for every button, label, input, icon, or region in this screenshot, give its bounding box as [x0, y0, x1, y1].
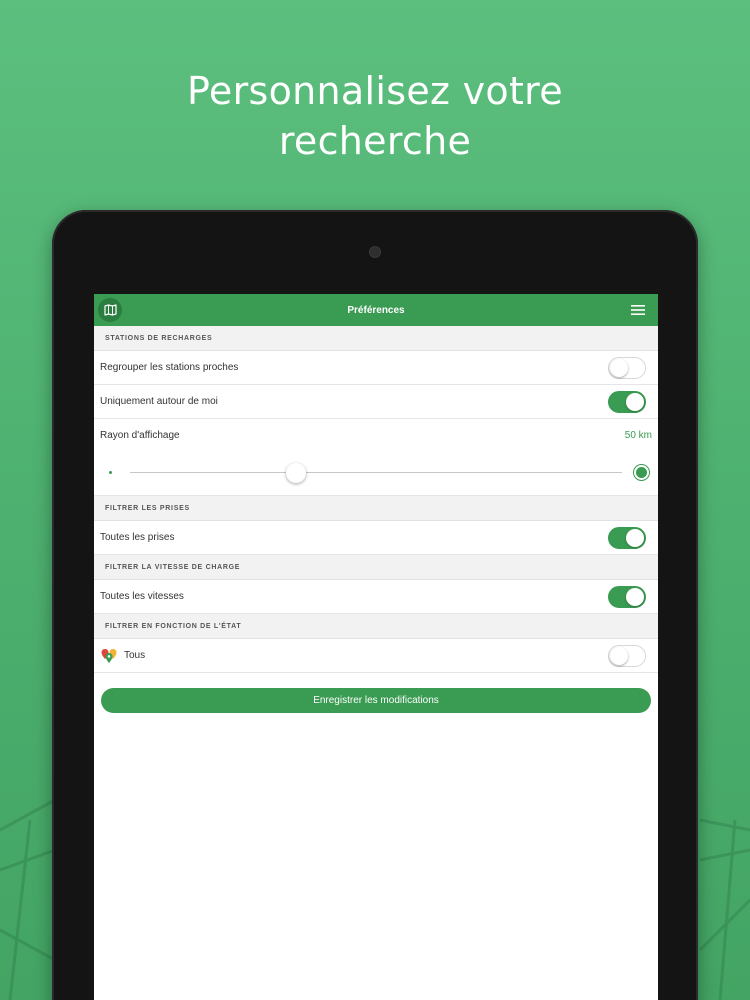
toggle-knob: [626, 587, 644, 606]
slider-min-dot-icon: [109, 471, 112, 474]
page-title: Préférences: [347, 304, 405, 316]
rayon-value: 50 km: [624, 429, 652, 441]
app-bar: Préférences: [94, 294, 658, 326]
menu-button[interactable]: [630, 303, 646, 317]
toggle-toutes-vitesses[interactable]: [608, 585, 646, 608]
row-tous-etats: Tous: [94, 639, 658, 673]
row-regrouper-stations: Regrouper les stations proches: [94, 351, 658, 385]
row-toutes-vitesses: Toutes les vitesses: [94, 580, 658, 614]
headline-line-2: recherche: [278, 119, 472, 163]
row-toutes-prises: Toutes les prises: [94, 521, 658, 555]
map-icon: [103, 304, 117, 316]
row-label: Rayon d'affichage: [100, 429, 180, 441]
section-header-prises: FILTRER LES PRISES: [94, 496, 658, 521]
row-label: Uniquement autour de moi: [100, 396, 218, 407]
hamburger-menu-icon: [631, 305, 645, 315]
save-button[interactable]: Enregistrer les modifications: [101, 688, 651, 713]
toggle-regrouper-stations[interactable]: [608, 356, 646, 379]
section-header-vitesse: FILTRER LA VITESSE DE CHARGE: [94, 555, 658, 580]
row-left: Tous: [100, 648, 145, 664]
tablet-frame: Préférences STATIONS DE RECHARGES Regrou…: [52, 210, 698, 1000]
row-rayon-affichage: Rayon d'affichage 50 km: [94, 419, 658, 451]
rayon-slider: [94, 451, 658, 496]
save-wrapper: Enregistrer les modifications: [94, 673, 658, 713]
row-label: Toutes les prises: [100, 532, 175, 543]
toggle-knob: [626, 392, 644, 411]
map-button[interactable]: [98, 298, 122, 322]
slider-track[interactable]: [130, 472, 622, 473]
slider-max-dot-icon: [633, 464, 650, 481]
app-screen: Préférences STATIONS DE RECHARGES Regrou…: [94, 294, 658, 1000]
toggle-autour-de-moi[interactable]: [608, 390, 646, 413]
headline-line-1: Personnalisez votre: [187, 69, 563, 113]
headline: Personnalisez votre recherche: [0, 66, 750, 166]
row-label: Tous: [124, 650, 146, 661]
toggle-toutes-prises[interactable]: [608, 526, 646, 549]
toggle-knob: [610, 646, 628, 665]
status-pins-icon: [101, 648, 117, 663]
toggle-knob: [626, 528, 644, 547]
toggle-tous-etats[interactable]: [608, 644, 646, 667]
row-label: Regrouper les stations proches: [100, 362, 239, 373]
slider-thumb[interactable]: [286, 463, 306, 483]
toggle-knob: [610, 358, 628, 377]
row-label: Toutes les vitesses: [100, 591, 184, 602]
camera-icon: [370, 247, 380, 257]
row-autour-de-moi: Uniquement autour de moi: [94, 385, 658, 419]
section-header-stations: STATIONS DE RECHARGES: [94, 326, 658, 351]
section-header-etat: FILTRER EN FONCTION DE L'ÉTAT: [94, 614, 658, 639]
